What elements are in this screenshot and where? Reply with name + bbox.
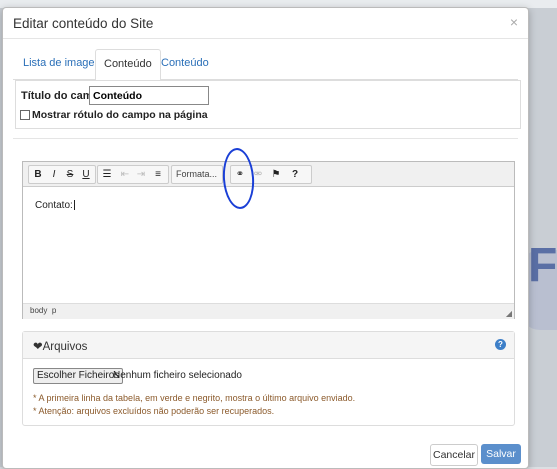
file-status-text: Nenhum ficheiro selecionado [113, 370, 242, 381]
show-label-text: Mostrar rótulo do campo na página [32, 109, 208, 121]
indent-icon[interactable]: ⇥ [134, 166, 148, 183]
files-panel-header: ❤Arquivos ? [23, 332, 514, 359]
resize-grip-icon[interactable]: ◢ [506, 309, 512, 318]
note-deleted-files: * Atenção: arquivos excluídos não poderã… [33, 406, 275, 416]
modal-title: Editar conteúdo do Site [13, 16, 154, 31]
field-title-input[interactable] [89, 86, 209, 105]
cancel-button[interactable]: Cancelar [430, 444, 478, 466]
strikethrough-button[interactable]: S [63, 166, 77, 183]
insert-group: ⚭ ⚮ ⚑ ? [230, 165, 312, 184]
divider [13, 138, 518, 139]
path-body[interactable]: body [30, 306, 47, 315]
italic-button[interactable]: I [47, 166, 61, 183]
files-panel-title[interactable]: ❤Arquivos [33, 339, 87, 353]
format-dropdown[interactable]: Formata... [171, 165, 223, 184]
bold-button[interactable]: B [31, 166, 45, 183]
modal-header: Editar conteúdo do Site × [3, 8, 528, 39]
list-group: ☰ ⇤ ⇥ ≡ [97, 165, 169, 184]
tab-bar: Lista de imagens Conteúdo Conteúdo [13, 49, 518, 81]
editor-status-bar: body p ◢ [23, 303, 514, 319]
choose-files-button[interactable]: Escolher Ficheiros [33, 368, 124, 384]
close-icon[interactable]: × [510, 14, 518, 30]
save-button[interactable]: Salvar [481, 444, 521, 464]
field-settings: Título do campo: Mostrar rótulo do campo… [15, 80, 521, 129]
show-label-checkbox[interactable] [20, 110, 30, 121]
files-panel: ❤Arquivos ? Escolher Ficheiros Nenhum fi… [22, 331, 515, 426]
editor-toolbar: B I S U ☰ ⇤ ⇥ ≡ Formata... ⚭ ⚮ ⚑ ? [23, 162, 514, 187]
tab-content-active[interactable]: Conteúdo [95, 49, 161, 81]
tab-content[interactable]: Conteúdo [153, 49, 217, 78]
background-logo-letter: F [528, 239, 557, 292]
editor-text: Contato: [35, 200, 75, 211]
editor-content-area[interactable]: Contato: [23, 187, 514, 303]
note-last-file: * A primeira linha da tabela, em verde e… [33, 393, 356, 403]
text-style-group: B I S U [28, 165, 96, 184]
horizontal-rule-icon[interactable]: ≡ [151, 166, 165, 183]
underline-button[interactable]: U [79, 166, 93, 183]
bullet-list-icon[interactable]: ☰ [100, 166, 114, 183]
text-caret [73, 200, 75, 211]
link-icon[interactable]: ⚭ [233, 166, 247, 183]
help-button[interactable]: ? [288, 166, 302, 183]
element-path: body p [30, 306, 56, 315]
edit-content-modal: Editar conteúdo do Site × Lista de image… [2, 7, 529, 469]
outdent-icon[interactable]: ⇤ [118, 166, 132, 183]
unlink-icon[interactable]: ⚮ [251, 166, 265, 183]
rich-text-editor: B I S U ☰ ⇤ ⇥ ≡ Formata... ⚭ ⚮ ⚑ ? Conta… [22, 161, 515, 319]
flag-icon[interactable]: ⚑ [269, 166, 283, 183]
path-p[interactable]: p [52, 306, 56, 315]
question-icon[interactable]: ? [495, 339, 506, 350]
editor-text-value: Contato: [35, 200, 73, 211]
show-label-row: Mostrar rótulo do campo na página [20, 109, 208, 121]
